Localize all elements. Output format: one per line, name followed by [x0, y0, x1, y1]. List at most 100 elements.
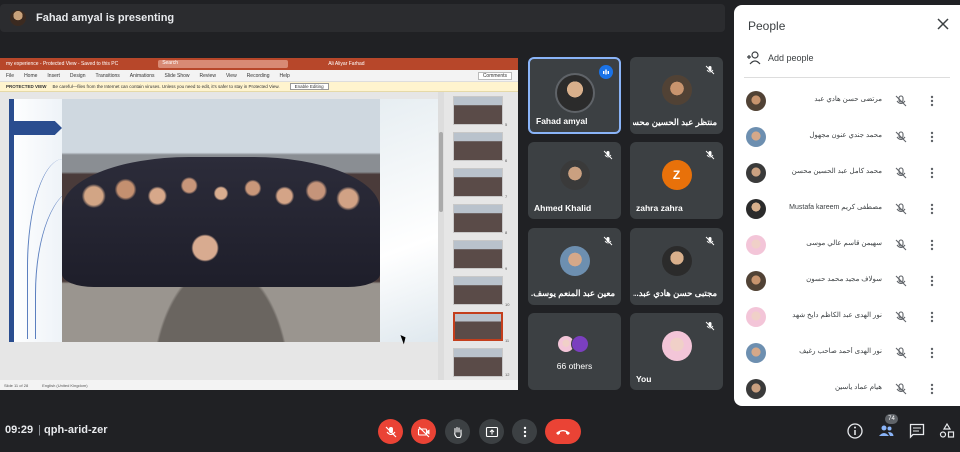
add-people-button[interactable]: Add people [746, 51, 814, 65]
ppt-tab: File [6, 72, 15, 79]
ppt-tab: Home [24, 72, 38, 79]
more-options-icon[interactable] [927, 274, 937, 288]
ppt-status-slide: Slide 11 of 28 [4, 382, 29, 388]
participant-name: Fahad amyal [536, 116, 588, 126]
more-vert-icon [523, 426, 526, 437]
participant-name: محمد كامل عبد الحسين محسن [791, 168, 882, 175]
mic-off-icon [601, 148, 615, 162]
people-panel: People Add people مرتضى حسن هادي عبد محم… [734, 5, 960, 406]
participant-avatar [746, 307, 766, 327]
participant-tile[interactable]: Ahmed Khalid [528, 142, 621, 219]
participant-row[interactable]: نور الهدى عبد الكاظم دايخ شهد [734, 299, 960, 335]
camera-toggle-button[interactable] [411, 419, 436, 444]
participant-name: مجتبى حسن هادي عبد... [633, 288, 717, 298]
participant-row[interactable]: نور الهدى أحمد صاحب رغيف [734, 335, 960, 371]
participant-name: منتظر عبد الحسين محسن... [633, 117, 717, 127]
thumbnail-number: 5 [505, 122, 508, 127]
slide-accent-bar [9, 99, 14, 342]
camera-off-icon [417, 426, 429, 437]
leave-call-button[interactable] [545, 419, 581, 444]
slide-thumbnail-selected [453, 312, 503, 341]
ppt-tab: View [225, 72, 237, 79]
participant-row[interactable]: سولاف مجيد محمد حسون [734, 263, 960, 299]
mic-off-icon [895, 131, 907, 143]
mic-off-icon [895, 347, 907, 359]
activities-icon[interactable] [938, 422, 956, 440]
others-avatars [557, 335, 593, 353]
mic-off-icon [385, 426, 396, 437]
participant-name: معين عبد المنعم يوسف... [531, 288, 615, 298]
participant-name: Ahmed Khalid [534, 203, 592, 213]
more-options-icon[interactable] [927, 94, 937, 108]
people-icon[interactable] [877, 422, 895, 440]
slide-scrollbar [438, 92, 444, 380]
more-options-icon[interactable] [927, 130, 937, 144]
participant-row[interactable]: محمد جندي عنون مجهول [734, 119, 960, 155]
shared-screen: my experience - Protected View - Saved t… [0, 58, 518, 390]
participant-tile[interactable]: مجتبى حسن هادي عبد... [630, 228, 723, 305]
participant-name: مرتضى حسن هادي عبد [814, 96, 882, 103]
more-options-button[interactable] [512, 419, 537, 444]
divider [744, 77, 950, 78]
more-options-icon[interactable] [927, 346, 937, 360]
participant-row[interactable]: هيام عماد ياسين [734, 371, 960, 406]
slide-right-decoration [380, 99, 439, 342]
participant-name: سهيمن قاسم عالي موسى [806, 240, 882, 247]
participant-avatar [661, 75, 692, 105]
self-avatar [661, 331, 692, 361]
presenting-text: Fahad amyal is presenting [36, 12, 175, 24]
slide-thumbnail [453, 132, 503, 161]
meeting-details-icon[interactable] [846, 422, 864, 440]
ppt-tab: Design [69, 72, 86, 79]
slide-left-decoration [9, 99, 62, 342]
others-tile[interactable]: 66 others [528, 313, 621, 390]
mic-off-icon [601, 234, 615, 248]
slide-thumbnail [453, 204, 503, 233]
raise-hand-button[interactable] [445, 419, 470, 444]
mic-toggle-button[interactable] [378, 419, 403, 444]
slide-thumbnails: 5 6 7 8 9 10 11 12 [448, 92, 510, 380]
participant-avatar [746, 271, 766, 291]
participant-avatar [559, 246, 590, 276]
self-tile[interactable]: You [630, 313, 723, 390]
others-count: 66 others [556, 361, 593, 371]
participant-tile[interactable]: Z zahra zahra [630, 142, 723, 219]
participant-tile-speaking[interactable]: Fahad amyal [528, 57, 621, 134]
participant-row[interactable]: مصطفى كريم Mustafa kareem [734, 191, 960, 227]
more-options-icon[interactable] [927, 202, 937, 216]
participant-name: نور الهدى أحمد صاحب رغيف [799, 348, 882, 355]
more-options-icon[interactable] [927, 310, 937, 324]
more-options-icon[interactable] [927, 166, 937, 180]
participant-avatar [554, 73, 595, 113]
scroll-thumb [439, 132, 443, 212]
add-people-label: Add people [768, 53, 814, 63]
more-options-icon[interactable] [927, 382, 937, 396]
current-slide [9, 99, 439, 342]
mic-off-icon [895, 95, 907, 107]
chat-icon[interactable] [908, 422, 926, 440]
ppt-protected-label: PROTECTED VIEW [6, 84, 47, 89]
more-options-icon[interactable] [927, 238, 937, 252]
close-icon[interactable] [936, 17, 950, 31]
participant-tile[interactable]: منتظر عبد الحسين محسن... [630, 57, 723, 134]
hand-icon [453, 426, 462, 438]
people-count-badge: 74 [885, 414, 898, 424]
clock: 09:29 [5, 424, 34, 436]
participant-avatar [661, 246, 692, 276]
mic-off-icon [703, 63, 717, 77]
mic-off-icon [703, 319, 717, 333]
ppt-tab: Insert [47, 72, 60, 79]
participant-avatar [571, 335, 589, 353]
participant-row[interactable]: سهيمن قاسم عالي موسى [734, 227, 960, 263]
participant-row[interactable]: محمد كامل عبد الحسين محسن [734, 155, 960, 191]
participant-row[interactable]: مرتضى حسن هادي عبد [734, 83, 960, 119]
ppt-user: Ali Aliyar Farhad [328, 61, 365, 67]
participant-tile[interactable]: معين عبد المنعم يوسف... [528, 228, 621, 305]
mic-off-icon [895, 275, 907, 287]
thumbnail-number: 8 [505, 230, 508, 235]
participant-avatar [746, 199, 766, 219]
ppt-search: Search [158, 60, 289, 68]
ppt-workspace: 5 6 7 8 9 10 11 12 [0, 92, 518, 380]
present-screen-button[interactable] [479, 419, 504, 444]
participant-avatar [746, 127, 766, 147]
